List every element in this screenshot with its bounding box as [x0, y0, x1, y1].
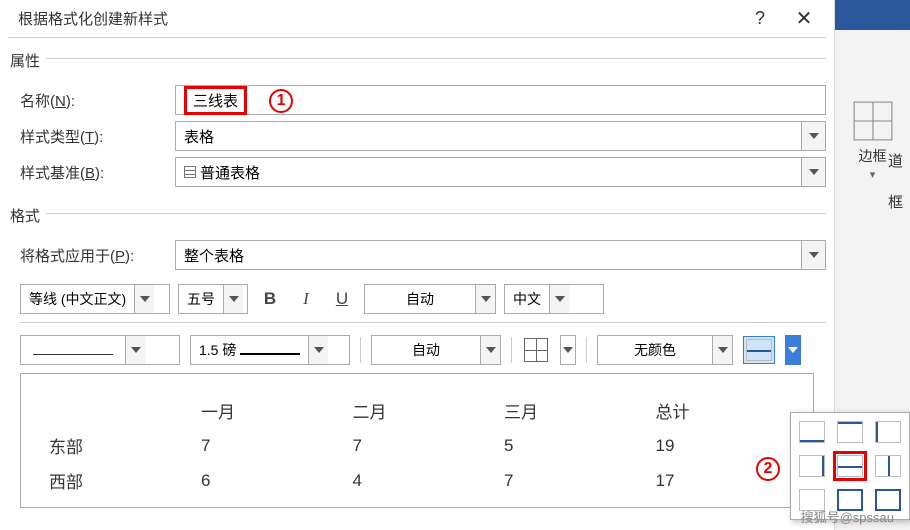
row-apply: 将格式应用于(P): 整个表格 — [8, 240, 826, 270]
border-top[interactable] — [833, 417, 867, 447]
table-row: 东部 7 7 5 19 — [39, 429, 795, 462]
size-combo[interactable]: 五号 — [178, 284, 248, 314]
lang-combo[interactable]: 中文 — [504, 284, 604, 314]
font-color-combo[interactable]: 自动 — [364, 284, 496, 314]
watermark: 搜狐号@spssau — [801, 507, 894, 526]
border-preset-dropdown[interactable] — [785, 335, 801, 365]
borders-grid-icon[interactable] — [522, 335, 550, 365]
name-value-highlight: 三线表 — [184, 86, 247, 115]
bold-button[interactable]: B — [256, 284, 284, 314]
border-bottom[interactable] — [795, 417, 829, 447]
dropdown-button[interactable] — [801, 241, 825, 269]
row-name: 名称(N): 三线表 1 — [8, 85, 826, 115]
border-inside-horizontal[interactable] — [833, 451, 867, 481]
section-properties: 属性 — [8, 38, 826, 79]
font-toolbar: 等线 (中文正文) 五号 B I U 自动 中文 — [20, 284, 826, 314]
line-style-combo[interactable] — [20, 335, 180, 365]
table-icon — [184, 166, 196, 178]
section-format: 格式 — [8, 193, 826, 234]
border-left[interactable] — [871, 417, 905, 447]
underline-button[interactable]: U — [328, 284, 356, 314]
name-input[interactable]: 三线表 1 — [175, 85, 826, 115]
dialog-titlebar: 根据格式化创建新样式 ? ✕ — [8, 0, 826, 38]
callout-2: 2 — [756, 456, 780, 481]
label-apply: 将格式应用于(P): — [20, 245, 175, 266]
create-style-dialog: 根据格式化创建新样式 ? ✕ 属性 名称(N): 三线表 1 样式类型(T): … — [0, 0, 834, 508]
ribbon-titlebar-fragment — [835, 0, 910, 30]
apply-select[interactable]: 整个表格 — [175, 240, 826, 270]
section-label-format: 格式 — [10, 205, 40, 226]
section-label-props: 属性 — [10, 50, 40, 71]
line-weight-combo[interactable]: 1.5 磅 — [190, 335, 350, 365]
callout-1: 1 — [269, 88, 293, 113]
label-type: 样式类型(T): — [20, 126, 175, 147]
dropdown-button[interactable] — [801, 158, 825, 186]
base-select[interactable]: 普通表格 — [175, 157, 826, 187]
label-name: 名称(N): — [20, 90, 175, 111]
close-button[interactable]: ✕ — [782, 6, 826, 31]
dropdown-button[interactable] — [801, 122, 825, 150]
label-base: 样式基准(B): — [20, 162, 175, 183]
font-combo[interactable]: 等线 (中文正文) — [20, 284, 170, 314]
preview-table-box: 一月 二月 三月 总计 东部 7 7 5 19 西部 6 4 7 17 — [20, 373, 814, 508]
italic-button[interactable]: I — [292, 284, 320, 314]
fill-color-combo[interactable]: 无颜色 — [597, 335, 733, 365]
border-preset-selected[interactable] — [743, 336, 775, 364]
border-ribbon-icon[interactable] — [852, 100, 894, 142]
table-row: 西部 6 4 7 17 — [39, 464, 795, 497]
ribbon-cut-text: 道 框 — [888, 150, 908, 212]
table-header-row: 一月 二月 三月 总计 — [39, 394, 795, 427]
dialog-title: 根据格式化创建新样式 — [18, 8, 738, 29]
base-value: 普通表格 — [200, 162, 260, 183]
type-select[interactable]: 表格 — [175, 121, 826, 151]
pen-color-combo[interactable]: 自动 — [371, 335, 501, 365]
row-base: 样式基准(B): 普通表格 — [8, 157, 826, 187]
border-right[interactable] — [795, 451, 829, 481]
type-value: 表格 — [184, 126, 214, 147]
borders-grid-dropdown[interactable] — [560, 335, 576, 365]
border-inside-vertical[interactable] — [871, 451, 905, 481]
apply-value: 整个表格 — [184, 245, 244, 266]
preview-table: 一月 二月 三月 总计 东部 7 7 5 19 西部 6 4 7 17 — [37, 392, 797, 499]
border-toolbar: 1.5 磅 自动 无颜色 — [20, 322, 826, 365]
help-button[interactable]: ? — [738, 8, 782, 29]
row-type: 样式类型(T): 表格 — [8, 121, 826, 151]
border-preset-popup — [790, 412, 910, 520]
